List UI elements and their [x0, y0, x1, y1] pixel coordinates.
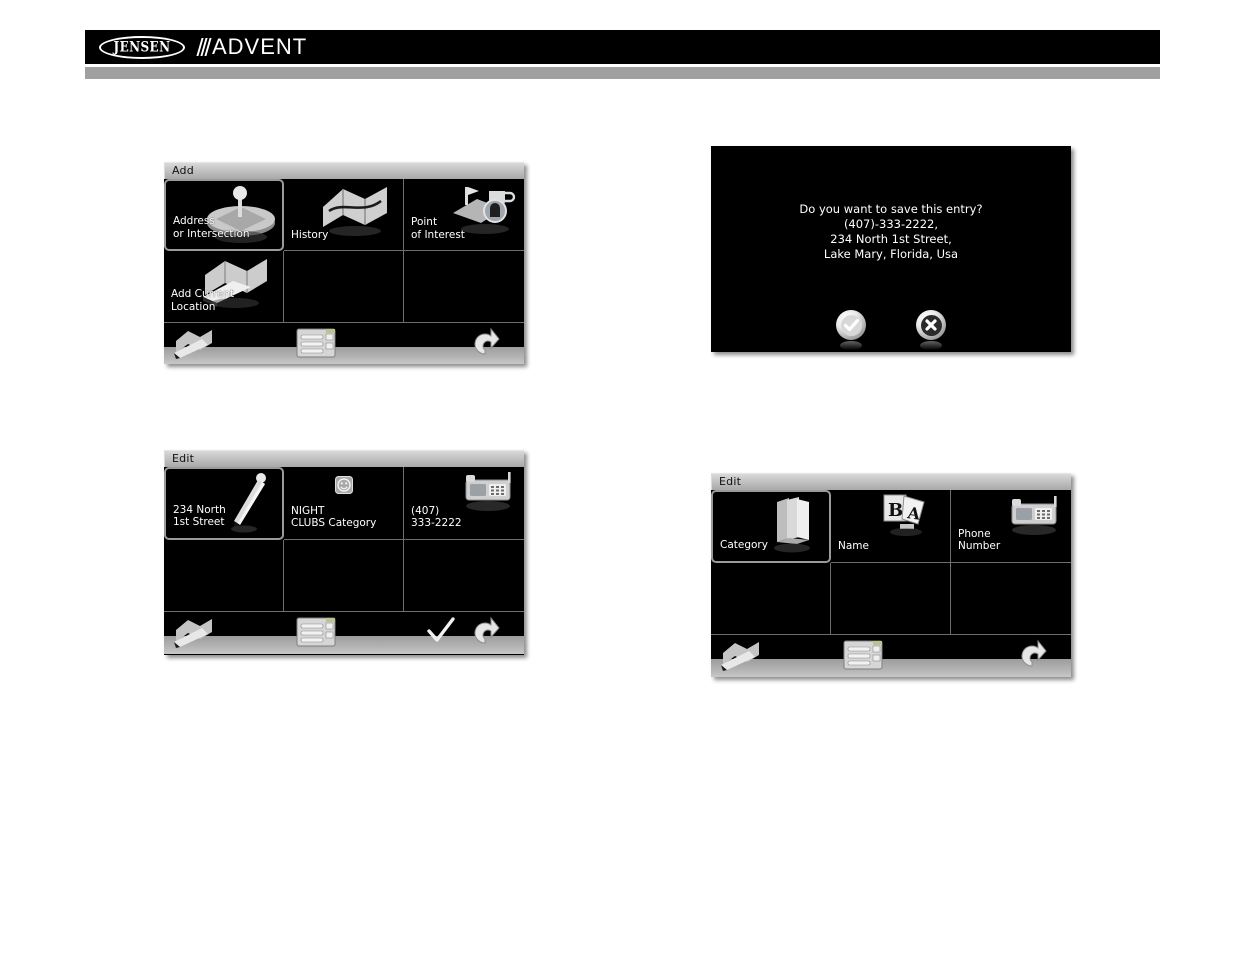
- edit-cell-category-value-label: NIGHT CLUBS Category: [291, 504, 377, 530]
- add-cell-address-or-intersection[interactable]: Address or Intersection: [164, 179, 284, 251]
- add-screen-grid: Address or Intersection History Point of…: [164, 179, 524, 323]
- pencil-icon: [231, 473, 266, 533]
- save-dialog-message: Do you want to save this entry? (407)-33…: [799, 202, 983, 261]
- header-underbar: [85, 67, 1160, 79]
- back-arrow-icon[interactable]: [1015, 638, 1049, 670]
- advent-wordmark: ADVENT: [212, 34, 308, 59]
- confirm-button[interactable]: [836, 310, 866, 350]
- edit-fields-empty-1: [711, 562, 831, 635]
- cancel-button-reflection: [920, 341, 942, 350]
- close-icon: [920, 314, 942, 336]
- edit-fields-panel: Edit Category B A Name Phone Number: [711, 473, 1071, 677]
- edit-values-toolbar: [164, 612, 524, 654]
- edit-cell-category-label: Category: [720, 539, 768, 551]
- edit-values-empty-3: [404, 539, 524, 612]
- edit-values-grid: 234 North 1st Street NIGHT CLUBS Categor…: [164, 467, 524, 612]
- svg-text:B: B: [888, 500, 903, 521]
- advent-slashes-icon: [196, 38, 212, 56]
- map-pen-icon[interactable]: [172, 327, 222, 359]
- add-screen-toolbar: [164, 323, 524, 364]
- save-dialog-panel: Do you want to save this entry? (407)-33…: [711, 146, 1071, 352]
- telephone-icon: [1011, 496, 1057, 535]
- back-arrow-icon[interactable]: [468, 615, 502, 647]
- edit-values-empty-2: [284, 539, 404, 612]
- menu-list-icon[interactable]: [294, 326, 338, 360]
- menu-list-icon[interactable]: [841, 638, 885, 672]
- jensen-logo-icon: JENSEN: [99, 35, 185, 59]
- checkmark-icon[interactable]: [426, 617, 456, 645]
- confirm-button-reflection: [840, 341, 862, 350]
- edit-cell-street-label: 234 North 1st Street: [173, 503, 226, 529]
- edit-cell-category[interactable]: Category: [711, 490, 831, 563]
- back-arrow-icon[interactable]: [468, 326, 502, 358]
- brand-header: JENSEN ADVENT: [85, 30, 1160, 64]
- map-pen-icon[interactable]: [172, 616, 222, 648]
- jensen-wordmark: JENSEN: [113, 38, 171, 56]
- smiley-icon: [334, 476, 353, 494]
- cancel-button[interactable]: [916, 310, 946, 350]
- map-pen-icon[interactable]: [719, 639, 769, 671]
- edit-fields-empty-2: [831, 562, 951, 635]
- add-cell-current-location-label: Add Current Location: [171, 288, 235, 313]
- add-screen-panel: Add Address or Intersection History Poin…: [164, 162, 524, 364]
- advent-logo: ADVENT: [196, 34, 308, 59]
- folder-stack-icon: [774, 497, 810, 553]
- edit-fields-toolbar: [711, 635, 1071, 677]
- edit-cell-phone-value-label: (407) 333-2222: [411, 504, 462, 530]
- add-cell-empty-2: [404, 251, 524, 323]
- edit-values-empty-1: [164, 539, 284, 612]
- edit-cell-category-value[interactable]: NIGHT CLUBS Category: [284, 467, 404, 540]
- letters-ba-icon: B A: [883, 494, 925, 536]
- edit-cell-name[interactable]: B A Name: [831, 490, 951, 563]
- menu-list-icon[interactable]: [294, 615, 338, 649]
- brand-logo: JENSEN ADVENT: [99, 34, 307, 60]
- edit-values-title: Edit: [164, 450, 524, 467]
- edit-fields-title: Edit: [711, 473, 1071, 490]
- telephone-icon: [465, 472, 511, 511]
- edit-cell-phone-number[interactable]: Phone Number: [951, 490, 1071, 563]
- edit-cell-street-address[interactable]: 234 North 1st Street: [164, 467, 284, 540]
- add-cell-history-label: History: [291, 228, 329, 241]
- edit-fields-empty-3: [951, 562, 1071, 635]
- checkmark-icon: [840, 314, 862, 336]
- edit-values-panel: Edit 234 North 1st Street NIGHT CLUBS Ca…: [164, 450, 524, 655]
- add-cell-history[interactable]: History: [284, 179, 404, 251]
- svg-text:A: A: [905, 503, 922, 524]
- add-cell-empty-1: [284, 251, 404, 323]
- add-cell-add-current-location[interactable]: Add Current Location: [164, 251, 284, 323]
- edit-fields-grid: Category B A Name Phone Number: [711, 490, 1071, 635]
- add-screen-title: Add: [164, 162, 524, 179]
- edit-cell-phone-value[interactable]: (407) 333-2222: [404, 467, 524, 540]
- add-cell-address-label: Address or Intersection: [173, 215, 250, 240]
- save-dialog-buttons: [711, 310, 1071, 350]
- add-cell-point-of-interest[interactable]: Point of Interest: [404, 179, 524, 251]
- add-cell-poi-label: Point of Interest: [411, 216, 465, 241]
- edit-cell-phone-number-label: Phone Number: [958, 527, 1001, 553]
- edit-cell-name-label: Name: [838, 540, 869, 552]
